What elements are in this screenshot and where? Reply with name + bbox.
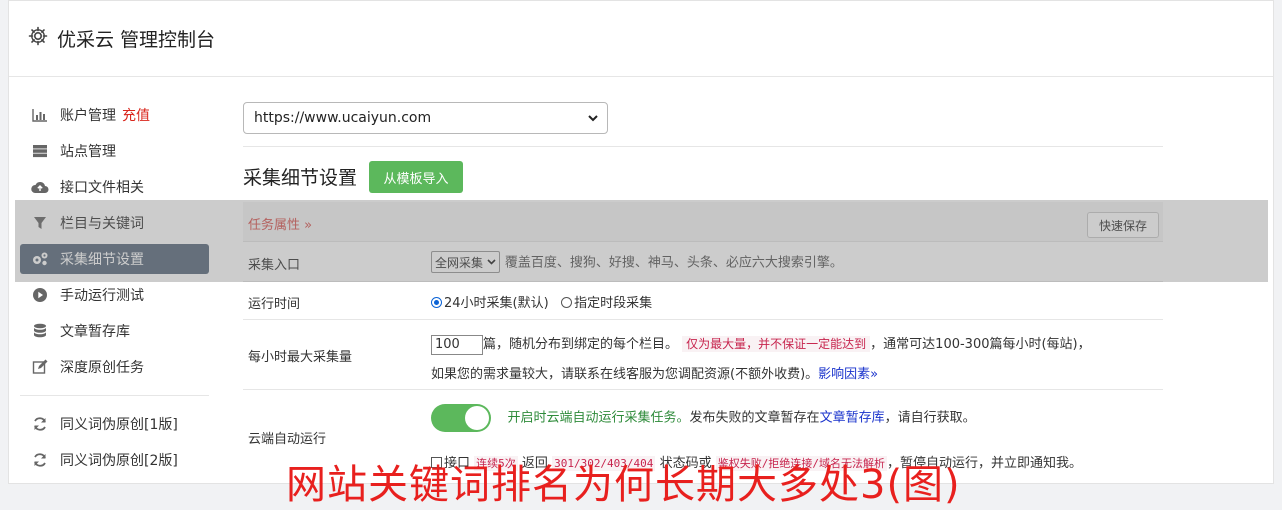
import-template-button[interactable]: 从模板导入: [369, 161, 463, 193]
recharge-link[interactable]: 充值: [122, 105, 150, 125]
chevron-down-icon: [587, 111, 599, 129]
divider: [243, 146, 1163, 147]
cloud-green-text: 开启时云端自动运行采集任务。: [507, 410, 690, 426]
bar-chart-icon: [31, 106, 49, 124]
radio-24h[interactable]: [431, 297, 442, 308]
gears-icon: [31, 250, 49, 268]
entry-select[interactable]: 全网采集: [431, 251, 500, 273]
factors-link[interactable]: 影响因素»: [818, 367, 878, 382]
quick-save-button[interactable]: 快速保存: [1087, 212, 1159, 238]
site-select-value: https://www.ucaiyun.com: [254, 110, 432, 126]
cloud-text1: 发布失败的文章暂存在: [689, 410, 820, 426]
section-title: 采集细节设置: [243, 167, 358, 189]
row-label: 每小时最大采集量: [248, 350, 353, 365]
cloud-upload-icon: [31, 178, 49, 196]
max-count-input[interactable]: 100: [431, 334, 483, 355]
row-value: 100 篇，随机分布到绑定的每个栏目。 仅为最大量，并不保证一定能达到 ，通常可达1…: [431, 329, 1161, 390]
watermark-caption: 网站关键词排名为何长期大多处3(图): [286, 462, 961, 508]
table-header: 任务属性 » 快速保存: [243, 202, 1163, 242]
sidebar-item-label: 接口文件相关: [60, 180, 144, 196]
sidebar-item-label: 深度原创任务: [60, 360, 144, 376]
sidebar-item-label: 站点管理: [60, 144, 116, 160]
cloud-text2: ，请自行获取。: [884, 410, 976, 426]
task-attr-toggle[interactable]: 任务属性 »: [248, 214, 312, 233]
row-label: 采集入口: [248, 258, 301, 273]
table-row-runtime: 运行时间 24小时采集(默认) 指定时段采集: [243, 282, 1163, 320]
entry-desc: 覆盖百度、搜狗、好搜、神马、头条、必应六大搜索引擎。: [504, 255, 843, 271]
cloud-auto-toggle[interactable]: [431, 404, 491, 432]
sidebar-item-article-store[interactable]: 文章暂存库: [20, 316, 209, 346]
sidebar-item-synonym-v1[interactable]: 同义词伪原创[1版]: [20, 409, 209, 439]
page-title: 优采云 管理控制台: [57, 29, 216, 51]
article-store-link[interactable]: 文章暂存库: [820, 411, 885, 426]
max-warning: 仅为最大量，并不保证一定能达到: [682, 336, 871, 352]
header-bar: 优采云 管理控制台: [9, 1, 1273, 77]
sidebar-item-collect-settings[interactable]: 采集细节设置: [20, 244, 209, 274]
row-label: 运行时间: [248, 297, 301, 312]
sidebar-item-label: 同义词伪原创[1版]: [60, 417, 178, 433]
radio-24h-label: 24小时采集(默认): [444, 296, 549, 311]
table-row-entry: 采集入口 全网采集 覆盖百度、搜狗、好搜、神马、头条、必应六大搜索引擎。: [243, 242, 1163, 282]
site-select[interactable]: https://www.ucaiyun.com: [243, 102, 608, 134]
edit-icon: [31, 358, 49, 376]
sidebar-item-label: 账户管理: [60, 108, 116, 124]
sidebar-item-interface[interactable]: 接口文件相关: [20, 172, 209, 202]
server-icon: [31, 142, 49, 160]
double-chevron-down-icon: »: [304, 218, 313, 233]
sidebar-item-label: 同义词伪原创[2版]: [60, 453, 178, 469]
max-text3: 如果您的需求量较大，请联系在线客服为您调配资源(不额外收费)。: [431, 367, 819, 382]
row-value: 开启时云端自动运行采集任务。发布失败的文章暂存在文章暂存库，请自行获取。: [431, 404, 1171, 432]
sidebar-item-label: 文章暂存库: [60, 324, 130, 340]
gear-icon: [27, 25, 49, 47]
sidebar-item-keywords[interactable]: 栏目与关键词: [20, 208, 209, 238]
table-row-max: 每小时最大采集量 100 篇，随机分布到绑定的每个栏目。 仅为最大量，并不保证一定…: [243, 320, 1163, 390]
max-text: 篇，随机分布到绑定的每个栏目。: [483, 337, 679, 352]
radio-period-label: 指定时段采集: [574, 296, 653, 311]
sidebar-item-deep-original[interactable]: 深度原创任务: [20, 352, 209, 382]
sidebar-divider: [20, 395, 209, 396]
radio-period[interactable]: [561, 297, 573, 308]
row-value: 24小时采集(默认) 指定时段采集: [431, 292, 652, 311]
refresh-icon: [31, 451, 49, 469]
sidebar-item-manual-run[interactable]: 手动运行测试: [20, 280, 209, 310]
play-circle-icon: [31, 286, 49, 304]
sidebar-item-account[interactable]: 账户管理 充值: [20, 100, 209, 130]
row-label: 云端自动运行: [248, 432, 327, 447]
sidebar-item-label: 手动运行测试: [60, 288, 144, 304]
database-icon: [31, 322, 49, 340]
sidebar-item-synonym-v2[interactable]: 同义词伪原创[2版]: [20, 445, 209, 475]
row-value: 全网采集 覆盖百度、搜狗、好搜、神马、头条、必应六大搜索引擎。: [431, 251, 843, 273]
filter-icon: [31, 214, 49, 232]
sidebar-item-sites[interactable]: 站点管理: [20, 136, 209, 166]
refresh-icon: [31, 415, 49, 433]
sidebar-item-label: 栏目与关键词: [60, 216, 144, 232]
sidebar-item-label: 采集细节设置: [60, 252, 144, 268]
max-text2: ，通常可达100-300篇每小时(每站)，: [870, 337, 1091, 352]
